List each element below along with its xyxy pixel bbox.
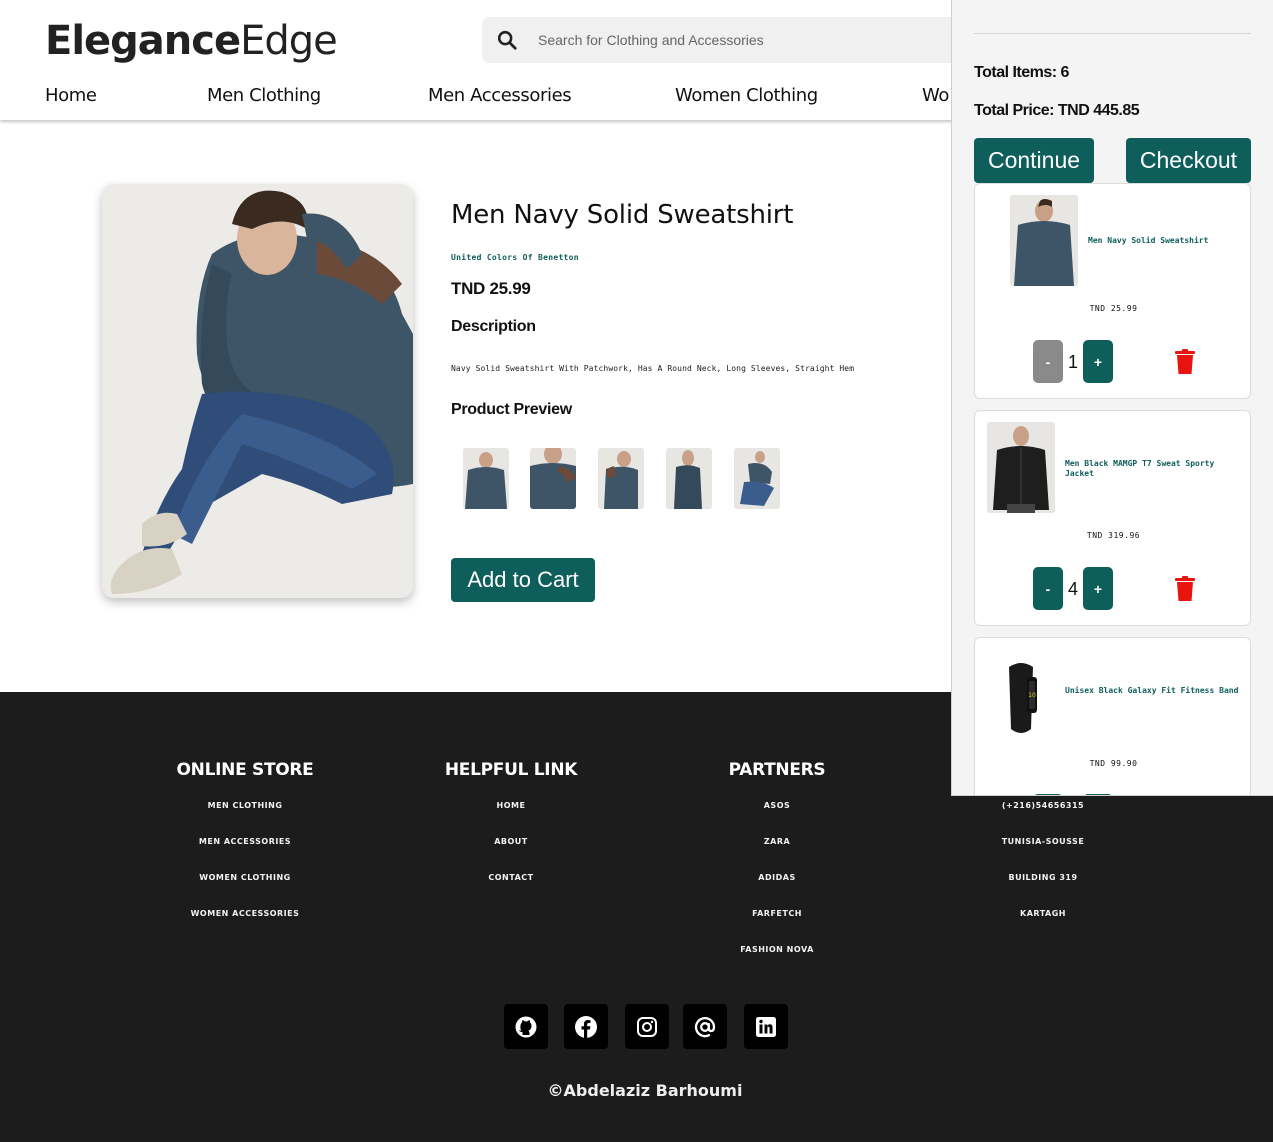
cart-item-quantity: 1 xyxy=(1067,352,1078,372)
footer-link[interactable]: FARFETCH xyxy=(667,909,887,945)
brand-name-bold: Elegance xyxy=(45,18,241,64)
cart-divider xyxy=(974,33,1251,34)
github-icon[interactable] xyxy=(504,1004,548,1049)
decrease-quantity-button[interactable]: - xyxy=(1033,567,1063,610)
product-brand: United Colors Of Benetton xyxy=(451,253,579,262)
brand-name-light: Edge xyxy=(240,18,338,64)
preview-heading: Product Preview xyxy=(451,401,572,418)
checkout-button[interactable]: Checkout xyxy=(1126,138,1251,183)
copyright: ©Abdelaziz Barhoumi xyxy=(547,1081,743,1100)
nav-women-accessories[interactable]: Wo xyxy=(922,85,949,106)
cart-item-quantity: 4 xyxy=(1067,579,1078,599)
increase-quantity-button[interactable]: + xyxy=(1083,567,1113,610)
instagram-icon[interactable] xyxy=(625,1004,669,1049)
continue-button[interactable]: Continue xyxy=(974,138,1094,183)
search-input[interactable] xyxy=(538,17,978,63)
footer-link[interactable]: WOMEN ACCESSORIES xyxy=(135,909,355,945)
nav-men-accessories[interactable]: Men Accessories xyxy=(428,85,572,106)
increase-quantity-button[interactable]: + xyxy=(1083,340,1113,383)
search-icon[interactable] xyxy=(496,29,518,51)
facebook-icon[interactable] xyxy=(564,1004,608,1049)
footer-link[interactable]: HOME xyxy=(401,801,621,837)
preview-thumbnail[interactable] xyxy=(530,448,576,509)
footer-link[interactable]: ZARA xyxy=(667,837,887,873)
cart-item-image xyxy=(1010,195,1078,286)
footer-contact-line: BUILDING 319 xyxy=(1008,873,1078,882)
cart-item-name: Men Black MAMGP T7 Sweat Sporty Jacket xyxy=(1065,459,1215,478)
nav-men-clothing[interactable]: Men Clothing xyxy=(207,85,321,106)
footer-link[interactable]: FASHION NOVA xyxy=(667,945,887,981)
cart-panel: Total Items: 6 Total Price: TND 445.85 C… xyxy=(951,0,1273,796)
add-to-cart-button[interactable]: Add to Cart xyxy=(451,558,595,602)
footer-link[interactable]: MEN CLOTHING xyxy=(135,801,355,837)
decrease-quantity-button[interactable]: - xyxy=(1033,794,1063,795)
preview-thumbnail[interactable] xyxy=(666,448,712,509)
product-price: TND 25.99 xyxy=(451,279,531,298)
description-heading: Description xyxy=(451,318,536,335)
nav-home[interactable]: Home xyxy=(45,85,97,106)
footer-link[interactable]: ASOS xyxy=(667,801,887,837)
cart-item-price: TND 25.99 xyxy=(1089,304,1138,313)
footer-link[interactable]: ADIDAS xyxy=(667,873,887,909)
linkedin-icon[interactable] xyxy=(744,1004,788,1049)
search-bar xyxy=(482,17,1002,63)
trash-icon[interactable] xyxy=(1174,576,1196,602)
footer-heading: ONLINE STORE xyxy=(176,760,314,780)
footer-column-helpful-link: HELPFUL LINK HOME ABOUT CONTACT xyxy=(401,760,621,909)
footer-link[interactable]: CONTACT xyxy=(401,873,621,909)
cart-total-items: Total Items: 6 xyxy=(974,64,1069,81)
footer-heading: PARTNERS xyxy=(728,760,826,780)
nav-women-clothing[interactable]: Women Clothing xyxy=(675,85,818,106)
product-main-image xyxy=(102,184,413,598)
footer-contact-line: TUNISIA-SOUSSE xyxy=(1001,837,1085,846)
cart-total-price: Total Price: TND 445.85 xyxy=(974,102,1140,119)
footer-link[interactable]: MEN ACCESSORIES xyxy=(135,837,355,873)
email-at-icon[interactable] xyxy=(683,1004,727,1049)
footer-column-partners: PARTNERS ASOS ZARA ADIDAS FARFETCH FASHI… xyxy=(667,760,887,981)
preview-thumbnail[interactable] xyxy=(463,448,509,509)
increase-quantity-button[interactable]: + xyxy=(1083,794,1113,795)
product-title: Men Navy Solid Sweatshirt xyxy=(451,200,794,230)
product-description: Navy Solid Sweatshirt With Patchwork, Ha… xyxy=(451,364,855,373)
preview-thumbnail[interactable] xyxy=(734,448,780,509)
trash-icon[interactable] xyxy=(1174,349,1196,375)
preview-thumbnail[interactable] xyxy=(598,448,644,509)
cart-item-price: TND 99.90 xyxy=(1089,759,1138,768)
cart-item: Men Navy Solid Sweatshirt TND 25.99 - 1 … xyxy=(974,183,1251,399)
cart-item-name: Unisex Black Galaxy Fit Fitness Band xyxy=(1065,686,1239,695)
footer-contact-line: (+216)54656315 xyxy=(1001,801,1085,810)
footer-column-online-store: ONLINE STORE MEN CLOTHING MEN ACCESSORIE… xyxy=(135,760,355,945)
svg-text:10: 10 xyxy=(1028,692,1036,699)
decrease-quantity-button[interactable]: - xyxy=(1033,340,1063,383)
brand-logo[interactable]: EleganceEdge xyxy=(45,18,338,64)
cart-item: 10 Unisex Black Galaxy Fit Fitness Band … xyxy=(974,637,1251,795)
cart-item-image xyxy=(987,422,1055,513)
cart-item-price: TND 319.96 xyxy=(1086,531,1141,540)
cart-item-image: 10 xyxy=(987,649,1055,740)
footer-heading: HELPFUL LINK xyxy=(444,760,578,780)
footer-link[interactable]: ABOUT xyxy=(401,837,621,873)
footer-contact-line: KARTAGH xyxy=(1020,909,1066,918)
cart-item: Men Black MAMGP T7 Sweat Sporty Jacket T… xyxy=(974,410,1251,626)
cart-item-name: Men Navy Solid Sweatshirt xyxy=(1088,236,1209,245)
footer-link[interactable]: WOMEN CLOTHING xyxy=(135,873,355,909)
